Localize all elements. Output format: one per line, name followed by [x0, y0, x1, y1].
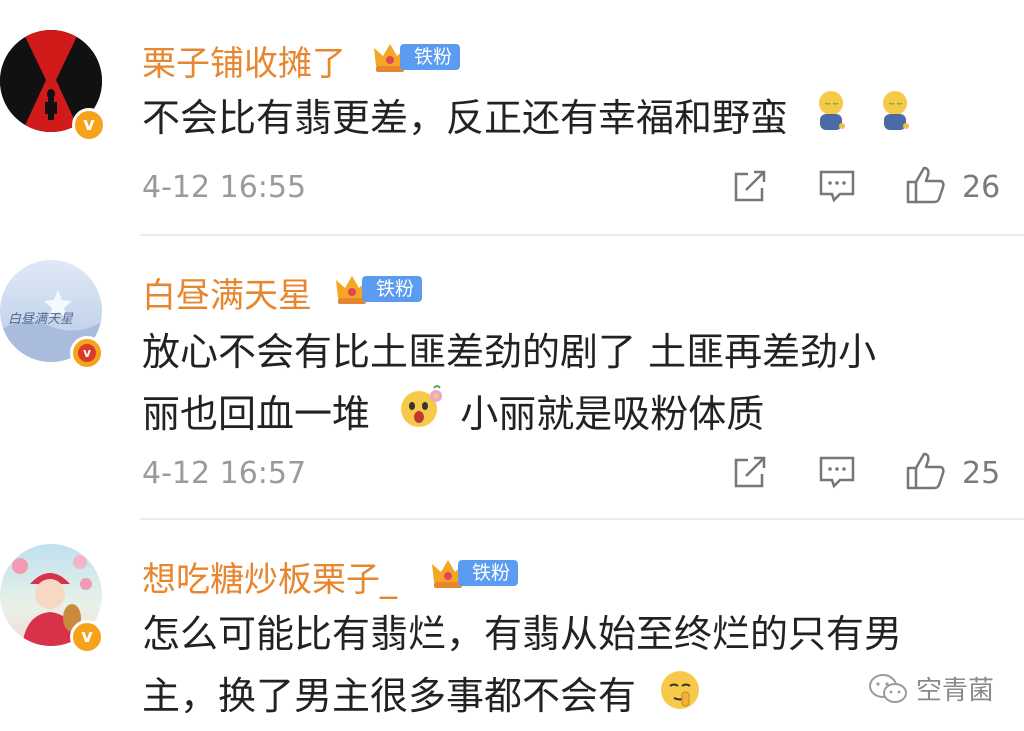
sleepy-emoji-icon [878, 89, 912, 153]
comment-time: 4-12 16:55 [142, 170, 307, 205]
watermark-text: 空青菌 [915, 676, 994, 706]
fan-badge-label: 铁粉 [400, 44, 461, 70]
comment-text-line: 丽也回血一堆 [142, 392, 371, 436]
flower-face-emoji-icon [398, 384, 444, 449]
username[interactable]: 想吃糖炒板栗子_ [142, 552, 397, 601]
share-icon[interactable] [732, 168, 768, 204]
fan-badge-label: 铁粉 [362, 276, 423, 302]
shush-emoji-icon [658, 667, 702, 731]
username[interactable]: 白昼满天星 [142, 268, 312, 317]
like-icon[interactable] [904, 450, 946, 492]
share-icon[interactable] [732, 454, 768, 490]
watermark: 空青菌 [868, 670, 994, 707]
comment-text: 丽也回血一堆 小丽就是吸粉体质 [142, 382, 764, 449]
wechat-icon [868, 673, 907, 703]
comment-text: 不会比有翡更差，反正还有幸福和野蛮 [142, 86, 912, 153]
comment-item: 白昼满天星 v 白昼满天星 铁粉 放心不会有比土匪差劲的剧了 土匪再差劲小 丽也… [0, 236, 1024, 518]
username[interactable]: 栗子铺收摊了 [142, 36, 346, 85]
fan-badge: 铁粉 [334, 272, 423, 306]
like-count: 25 [962, 456, 1001, 491]
fan-badge: 铁粉 [430, 556, 519, 590]
fan-badge: 铁粉 [372, 40, 461, 74]
like-icon[interactable] [904, 164, 946, 206]
comment-text-line: 小丽就是吸粉体质 [460, 392, 765, 436]
verified-badge-icon: v [70, 620, 104, 654]
fan-badge-label: 铁粉 [458, 560, 519, 586]
comment-icon[interactable] [818, 454, 856, 490]
comment-time: 4-12 16:57 [142, 456, 307, 491]
comment-item: v 栗子铺收摊了 铁粉 不会比有翡更差，反正还有幸福和野蛮 4-12 16:55… [0, 0, 1024, 232]
like-count: 26 [962, 170, 1001, 205]
sleepy-emoji-icon [814, 89, 848, 153]
comment-text-line: 主，换了男主很多事都不会有 [142, 674, 637, 718]
comment-text-line: 怎么可能比有翡烂，有翡从始至终烂的只有男 [142, 612, 903, 656]
verified-badge-icon: v [72, 108, 106, 142]
comment-text-line: 放心不会有比土匪差劲的剧了 土匪再差劲小 [142, 330, 877, 374]
avatar-text: 白昼满天星 [8, 312, 74, 327]
comment-text: 主，换了男主很多事都不会有 [142, 664, 702, 731]
comment-icon[interactable] [818, 168, 856, 204]
verified-badge-icon: v [70, 336, 104, 370]
comment-text-line: 不会比有翡更差，反正还有幸福和野蛮 [142, 96, 789, 140]
